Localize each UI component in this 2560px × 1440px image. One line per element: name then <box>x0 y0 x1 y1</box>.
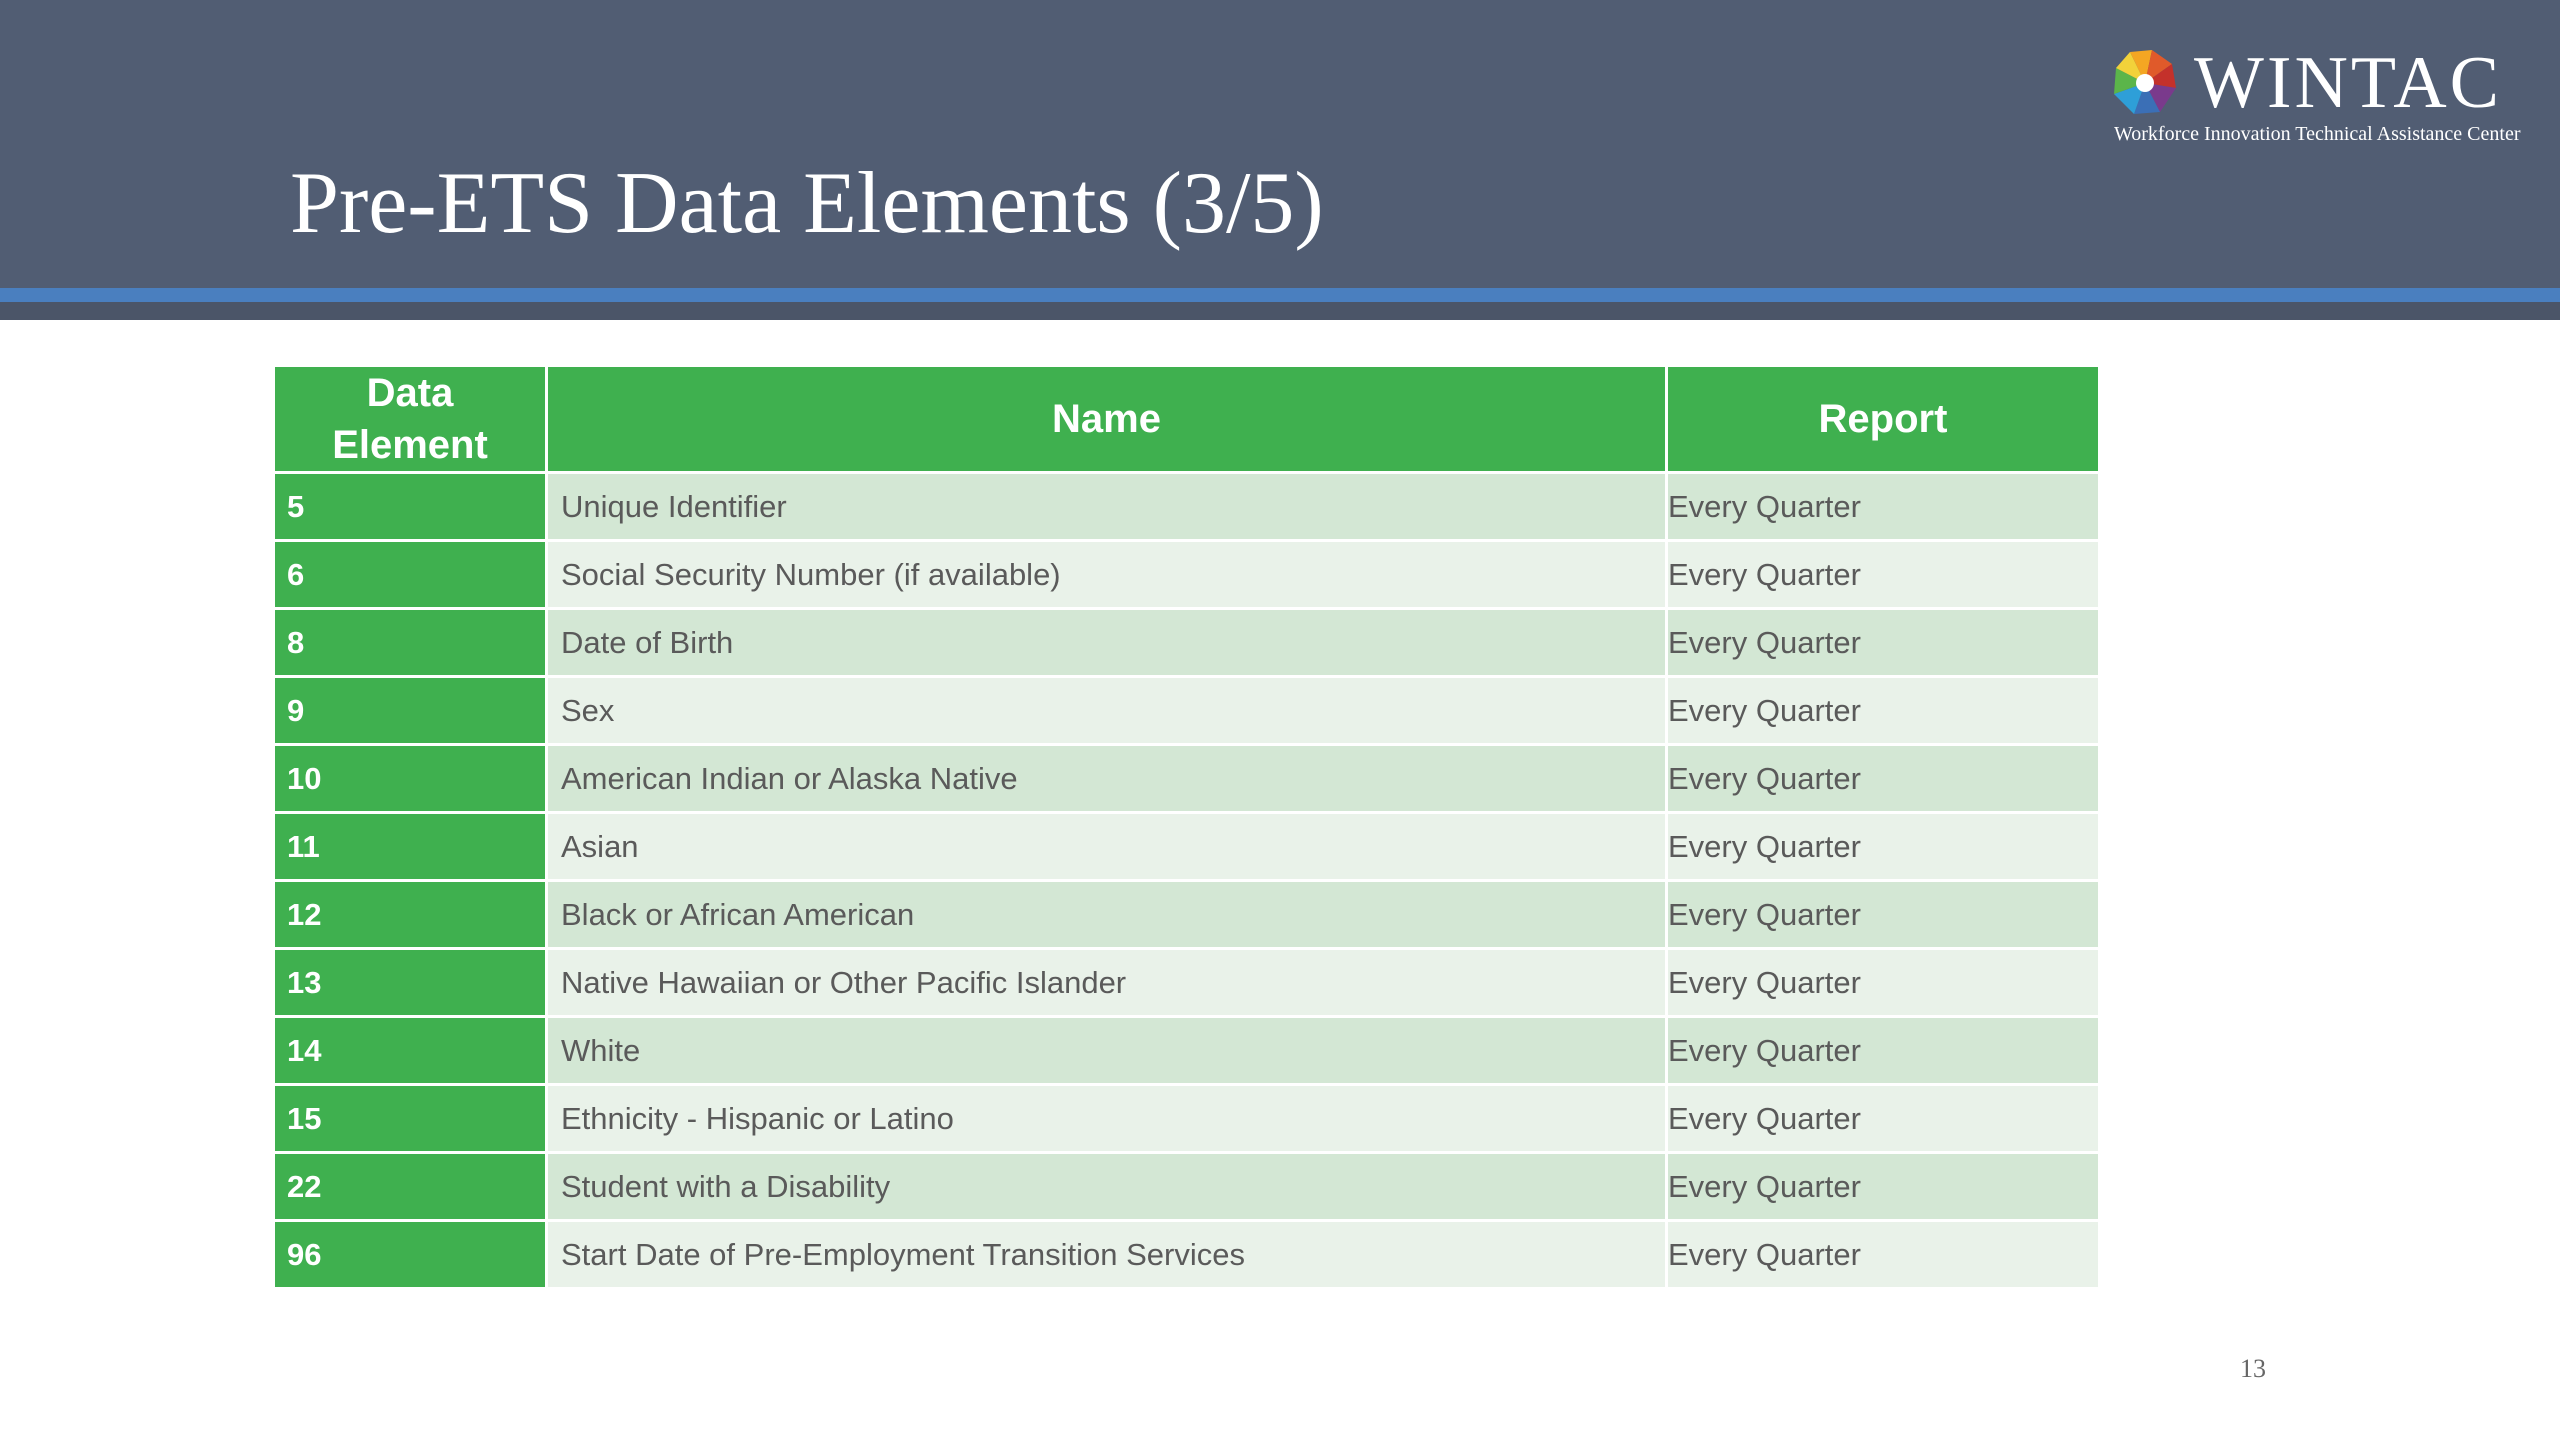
report-cell: Every Quarter <box>1668 1018 2098 1083</box>
table-header-row: Data Element Name Report <box>275 367 2098 471</box>
header-name: Name <box>548 367 1665 471</box>
data-element-cell: 96 <box>275 1222 545 1287</box>
data-element-cell: 6 <box>275 542 545 607</box>
name-cell: Sex <box>548 678 1665 743</box>
name-cell: Native Hawaiian or Other Pacific Islande… <box>548 950 1665 1015</box>
data-element-cell: 8 <box>275 610 545 675</box>
name-cell: White <box>548 1018 1665 1083</box>
report-cell: Every Quarter <box>1668 610 2098 675</box>
data-element-cell: 12 <box>275 882 545 947</box>
data-elements-table: Data Element Name Report 5 Unique Identif… <box>272 364 2101 1290</box>
logo-tagline: Workforce Innovation Technical Assistanc… <box>2114 123 2521 145</box>
header-data-element-line1: Data <box>366 371 454 415</box>
name-cell: Student with a Disability <box>548 1154 1665 1219</box>
data-element-cell: 14 <box>275 1018 545 1083</box>
page-number: 13 <box>2240 1354 2266 1383</box>
header-data-element: Data Element <box>275 367 545 471</box>
data-element-cell: 13 <box>275 950 545 1015</box>
report-cell: Every Quarter <box>1668 1154 2098 1219</box>
logo-name: WINTAC <box>2194 42 2503 124</box>
table-row: 15 Ethnicity - Hispanic or Latino Every Qu… <box>275 1086 2098 1151</box>
data-element-cell: 11 <box>275 814 545 879</box>
report-cell: Every Quarter <box>1668 1222 2098 1287</box>
name-cell: Ethnicity - Hispanic or Latino <box>548 1086 1665 1151</box>
name-cell: Black or African American <box>548 882 1665 947</box>
table-row: 10 American Indian or Alaska Native Every … <box>275 746 2098 811</box>
name-cell: Social Security Number (if available) <box>548 542 1665 607</box>
table-row: 96 Start Date of Pre-Employment Transitio… <box>275 1222 2098 1287</box>
data-element-cell: 10 <box>275 746 545 811</box>
report-cell: Every Quarter <box>1668 1086 2098 1151</box>
table-row: 14 White Every Quarter <box>275 1018 2098 1083</box>
data-element-cell: 15 <box>275 1086 545 1151</box>
name-cell: Date of Birth <box>548 610 1665 675</box>
report-cell: Every Quarter <box>1668 882 2098 947</box>
report-cell: Every Quarter <box>1668 474 2098 539</box>
table-row: 22 Student with a Disability Every Quarter <box>275 1154 2098 1219</box>
pinwheel-logo-icon <box>2114 50 2176 114</box>
header-data-element-line2: Element <box>332 423 488 467</box>
report-cell: Every Quarter <box>1668 542 2098 607</box>
table-row: 5 Unique Identifier Every Quarter <box>275 474 2098 539</box>
table-row: 8 Date of Birth Every Quarter <box>275 610 2098 675</box>
table-row: 6 Social Security Number (if available) Ev… <box>275 542 2098 607</box>
name-cell: Unique Identifier <box>548 474 1665 539</box>
data-element-cell: 22 <box>275 1154 545 1219</box>
report-cell: Every Quarter <box>1668 678 2098 743</box>
report-cell: Every Quarter <box>1668 814 2098 879</box>
report-cell: Every Quarter <box>1668 950 2098 1015</box>
name-cell: Asian <box>548 814 1665 879</box>
data-element-cell: 9 <box>275 678 545 743</box>
name-cell: American Indian or Alaska Native <box>548 746 1665 811</box>
table-row: 13 Native Hawaiian or Other Pacific Islan… <box>275 950 2098 1015</box>
table-row: 9 Sex Every Quarter <box>275 678 2098 743</box>
slide-title: Pre-ETS Data Elements (3/5) <box>290 155 1324 252</box>
table-row: 12 Black or African American Every Quarter <box>275 882 2098 947</box>
name-cell: Start Date of Pre-Employment Transition … <box>548 1222 1665 1287</box>
wintac-logo: WINTAC Workforce Innovation Technical As… <box>2110 46 2530 156</box>
report-cell: Every Quarter <box>1668 746 2098 811</box>
data-element-cell: 5 <box>275 474 545 539</box>
table-row: 11 Asian Every Quarter <box>275 814 2098 879</box>
header-accent-line <box>0 288 2560 302</box>
header-report: Report <box>1668 367 2098 471</box>
header-divider <box>0 302 2560 320</box>
